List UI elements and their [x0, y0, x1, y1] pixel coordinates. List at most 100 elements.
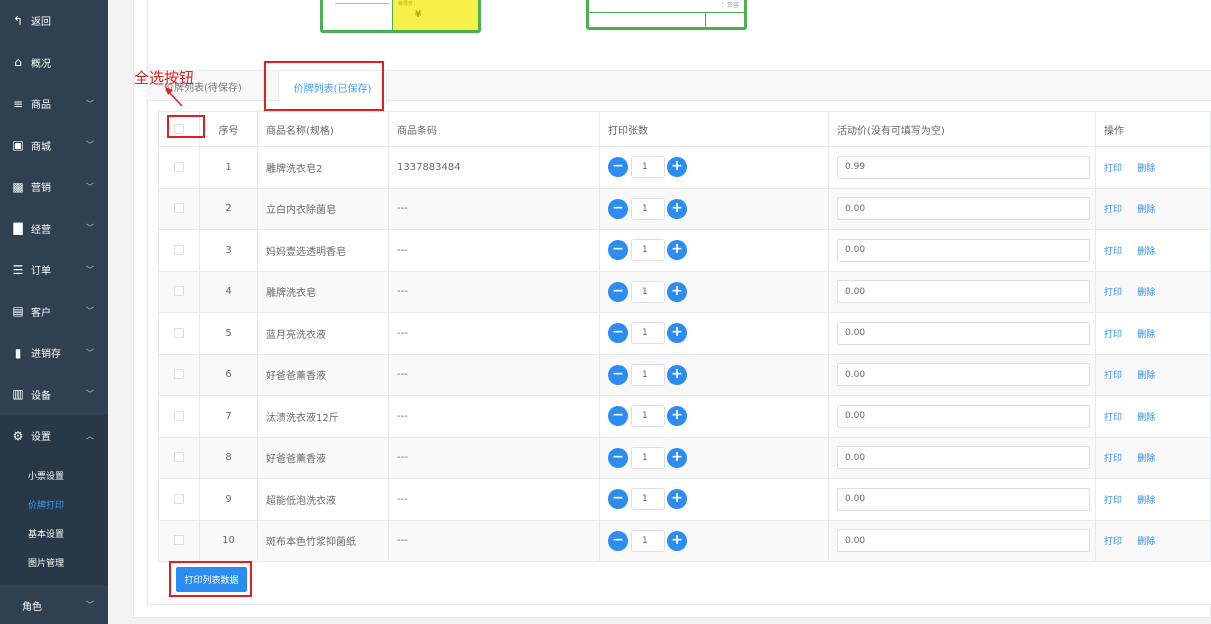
print-link[interactable]: 打印: [1104, 371, 1122, 381]
activity-price-input[interactable]: 0.00: [837, 529, 1090, 553]
row-checkbox[interactable]: [174, 244, 184, 255]
plus-button[interactable]: +: [667, 281, 687, 302]
printer-icon: ▥: [12, 387, 24, 402]
row-no: 6: [199, 353, 258, 396]
plus-button[interactable]: +: [667, 157, 687, 178]
minus-button[interactable]: −: [608, 198, 628, 219]
row-checkbox-cell: [158, 229, 200, 272]
print-count-input[interactable]: 1: [631, 488, 665, 511]
chevron-down-icon: ﹀: [86, 600, 94, 610]
row-price-cell: 0.00: [828, 519, 1096, 562]
row-checkbox[interactable]: [174, 369, 184, 380]
minus-button[interactable]: −: [608, 447, 628, 468]
row-checkbox[interactable]: [174, 535, 184, 546]
sidebar-item-10[interactable]: ⚙ 设置 ︿: [0, 415, 108, 457]
print-link[interactable]: 打印: [1104, 537, 1122, 547]
row-checkbox[interactable]: [174, 286, 184, 297]
submenu-item-3[interactable]: 图片管理: [0, 548, 108, 577]
row-checkbox[interactable]: [174, 161, 184, 172]
sidebar-item-0[interactable]: ↰ 返回: [0, 0, 108, 42]
sidebar-item-9[interactable]: ▥ 设备 ﹀: [0, 374, 108, 416]
row-checkbox[interactable]: [174, 493, 184, 504]
plus-button[interactable]: +: [667, 240, 687, 261]
submenu-item-0[interactable]: 小票设置: [0, 461, 108, 490]
print-link[interactable]: 打印: [1104, 496, 1122, 506]
delete-link[interactable]: 删除: [1137, 454, 1155, 464]
delete-link[interactable]: 删除: [1137, 330, 1155, 340]
minus-button[interactable]: −: [608, 157, 628, 178]
activity-price-input[interactable]: 0.00: [837, 404, 1090, 428]
minus-button[interactable]: −: [608, 281, 628, 302]
print-link[interactable]: 打印: [1104, 330, 1122, 340]
minus-button[interactable]: −: [608, 530, 628, 551]
print-count-input[interactable]: 1: [631, 405, 665, 428]
gift-icon: ▩: [12, 179, 24, 194]
green-price-tag-preview[interactable]: ：货容: [586, 0, 747, 30]
print-count-input[interactable]: 1: [631, 197, 665, 220]
print-count-input[interactable]: 1: [631, 363, 665, 386]
activity-price-input[interactable]: 0.00: [837, 446, 1090, 470]
sidebar-item-4[interactable]: ▩ 营销 ﹀: [0, 166, 108, 208]
activity-price-input[interactable]: 0.00: [837, 280, 1090, 304]
activity-price-input[interactable]: 0.99: [837, 155, 1090, 179]
delete-link[interactable]: 删除: [1137, 537, 1155, 547]
activity-price-input[interactable]: 0.00: [837, 197, 1090, 221]
green-tag-label: ：货容: [720, 2, 739, 9]
print-count-input[interactable]: 1: [631, 156, 665, 179]
print-count-input[interactable]: 1: [631, 529, 665, 552]
row-no: 10: [199, 519, 258, 562]
minus-button[interactable]: −: [608, 489, 628, 510]
delete-link[interactable]: 删除: [1137, 496, 1155, 506]
delete-link[interactable]: 删除: [1137, 205, 1155, 215]
activity-price-input[interactable]: 0.00: [837, 321, 1090, 345]
sidebar-item-1[interactable]: ⌂ 概况: [0, 42, 108, 84]
print-link[interactable]: 打印: [1104, 413, 1122, 423]
minus-button[interactable]: −: [608, 406, 628, 427]
sidebar-item-7[interactable]: ▤ 客户 ﹀: [0, 291, 108, 333]
print-count-input[interactable]: 1: [631, 446, 665, 469]
print-link[interactable]: 打印: [1104, 288, 1122, 298]
delete-link[interactable]: 删除: [1137, 413, 1155, 423]
order-list-icon: ☰: [12, 262, 24, 277]
print-link[interactable]: 打印: [1104, 164, 1122, 174]
print-count-input[interactable]: 1: [631, 322, 665, 345]
print-link[interactable]: 打印: [1104, 247, 1122, 257]
sidebar-item-8[interactable]: ▮ 进销存 ﹀: [0, 332, 108, 374]
row-price-cell: 0.00: [828, 395, 1096, 438]
activity-price-input[interactable]: 0.00: [837, 487, 1090, 511]
print-count-input[interactable]: 1: [631, 239, 665, 262]
minus-button[interactable]: −: [608, 323, 628, 344]
row-checkbox[interactable]: [174, 327, 184, 338]
plus-button[interactable]: +: [667, 530, 687, 551]
delete-link[interactable]: 删除: [1137, 371, 1155, 381]
submenu-item-1[interactable]: 价牌打印: [0, 490, 108, 519]
sidebar-item-2[interactable]: ≡ 商品 ﹀: [0, 83, 108, 125]
sidebar-item-6[interactable]: ☰ 订单 ﹀: [0, 249, 108, 291]
print-link[interactable]: 打印: [1104, 205, 1122, 215]
delete-link[interactable]: 删除: [1137, 288, 1155, 298]
plus-button[interactable]: +: [667, 447, 687, 468]
activity-price-input[interactable]: 0.00: [837, 363, 1090, 387]
row-checkbox[interactable]: [174, 452, 184, 463]
plus-button[interactable]: +: [667, 198, 687, 219]
minus-button[interactable]: −: [608, 240, 628, 261]
row-no: 3: [199, 229, 258, 272]
minus-button[interactable]: −: [608, 364, 628, 385]
print-link[interactable]: 打印: [1104, 454, 1122, 464]
sidebar-item-role[interactable]: 角色 ﹀: [0, 585, 108, 624]
row-checkbox[interactable]: [174, 410, 184, 421]
delete-link[interactable]: 删除: [1137, 164, 1155, 174]
sidebar-item-3[interactable]: ▣ 商城 ﹀: [0, 125, 108, 167]
submenu-item-2[interactable]: 基本设置: [0, 519, 108, 548]
delete-link[interactable]: 删除: [1137, 247, 1155, 257]
plus-button[interactable]: +: [667, 364, 687, 385]
plus-button[interactable]: +: [667, 489, 687, 510]
plus-button[interactable]: +: [667, 323, 687, 344]
plus-button[interactable]: +: [667, 406, 687, 427]
activity-price-input[interactable]: 0.00: [837, 238, 1090, 262]
row-checkbox[interactable]: [174, 203, 184, 214]
yellow-price-tag-preview[interactable]: 会员价： ¥: [320, 0, 481, 33]
sidebar-item-5[interactable]: ▇ 经营 ﹀: [0, 208, 108, 250]
print-count-input[interactable]: 1: [631, 280, 665, 303]
row-checkbox-cell: [158, 270, 200, 313]
